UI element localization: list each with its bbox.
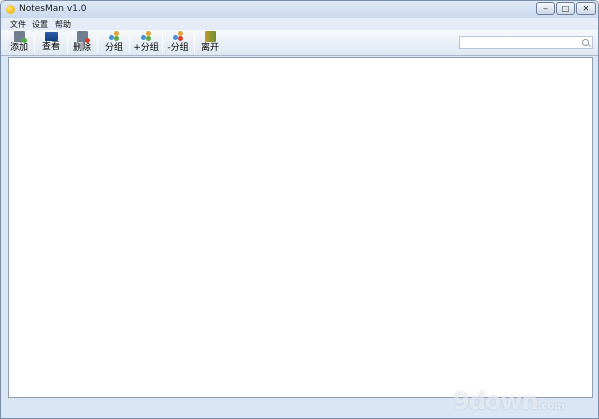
toolbar-separator bbox=[129, 33, 130, 53]
view-button[interactable]: 查看 bbox=[38, 31, 64, 55]
group-icon bbox=[109, 31, 119, 42]
menu-settings[interactable]: 设置 bbox=[32, 19, 48, 30]
add-group-icon bbox=[141, 31, 151, 42]
group-button-label: 分组 bbox=[104, 43, 123, 53]
leave-button[interactable]: 离开 bbox=[198, 31, 222, 55]
view-button-label: 查看 bbox=[41, 42, 60, 52]
window-title: NotesMan v1.0 bbox=[19, 4, 87, 14]
menu-file[interactable]: 文件 bbox=[10, 19, 26, 30]
watermark-logo: 9down.com bbox=[453, 387, 593, 417]
app-logo-icon bbox=[6, 5, 15, 14]
app-window: NotesMan v1.0 ‒ □ ✕ 文件 设置 帮助 添加 查看 删除 分组… bbox=[0, 0, 599, 419]
menu-bar: 文件 设置 帮助 bbox=[1, 18, 598, 30]
delete-button[interactable]: 删除 bbox=[70, 31, 94, 55]
remove-group-button[interactable]: -分组 bbox=[165, 31, 191, 55]
notes-list-area[interactable] bbox=[8, 57, 593, 398]
leave-button-label: 离开 bbox=[200, 43, 219, 53]
search-input[interactable] bbox=[462, 37, 580, 48]
add-note-icon bbox=[13, 31, 27, 43]
title-bar[interactable]: NotesMan v1.0 ‒ □ ✕ bbox=[1, 1, 598, 18]
toolbar-separator bbox=[194, 33, 195, 53]
add-button-label: 添加 bbox=[9, 43, 28, 53]
maximize-button[interactable]: □ bbox=[556, 2, 575, 15]
add-group-button[interactable]: +分组 bbox=[133, 31, 159, 55]
delete-note-icon bbox=[76, 31, 90, 43]
delete-button-label: 删除 bbox=[72, 43, 91, 53]
search-icon[interactable] bbox=[582, 39, 589, 46]
toolbar-separator bbox=[34, 33, 35, 53]
toolbar-separator bbox=[67, 33, 68, 53]
add-group-button-label: +分组 bbox=[133, 43, 159, 53]
minimize-button[interactable]: ‒ bbox=[536, 2, 555, 15]
toolbar-separator bbox=[97, 33, 98, 53]
book-icon bbox=[44, 32, 58, 41]
group-button[interactable]: 分组 bbox=[102, 31, 126, 55]
watermark-text: 9down bbox=[453, 387, 539, 415]
watermark-suffix: .com bbox=[537, 401, 565, 412]
remove-group-button-label: -分组 bbox=[167, 43, 189, 53]
toolbar-separator bbox=[162, 33, 163, 53]
add-button[interactable]: 添加 bbox=[7, 31, 31, 55]
exit-icon bbox=[204, 31, 216, 42]
search-field[interactable] bbox=[459, 36, 593, 49]
menu-help[interactable]: 帮助 bbox=[55, 19, 71, 30]
remove-group-icon bbox=[173, 31, 183, 42]
close-button[interactable]: ✕ bbox=[576, 2, 596, 15]
